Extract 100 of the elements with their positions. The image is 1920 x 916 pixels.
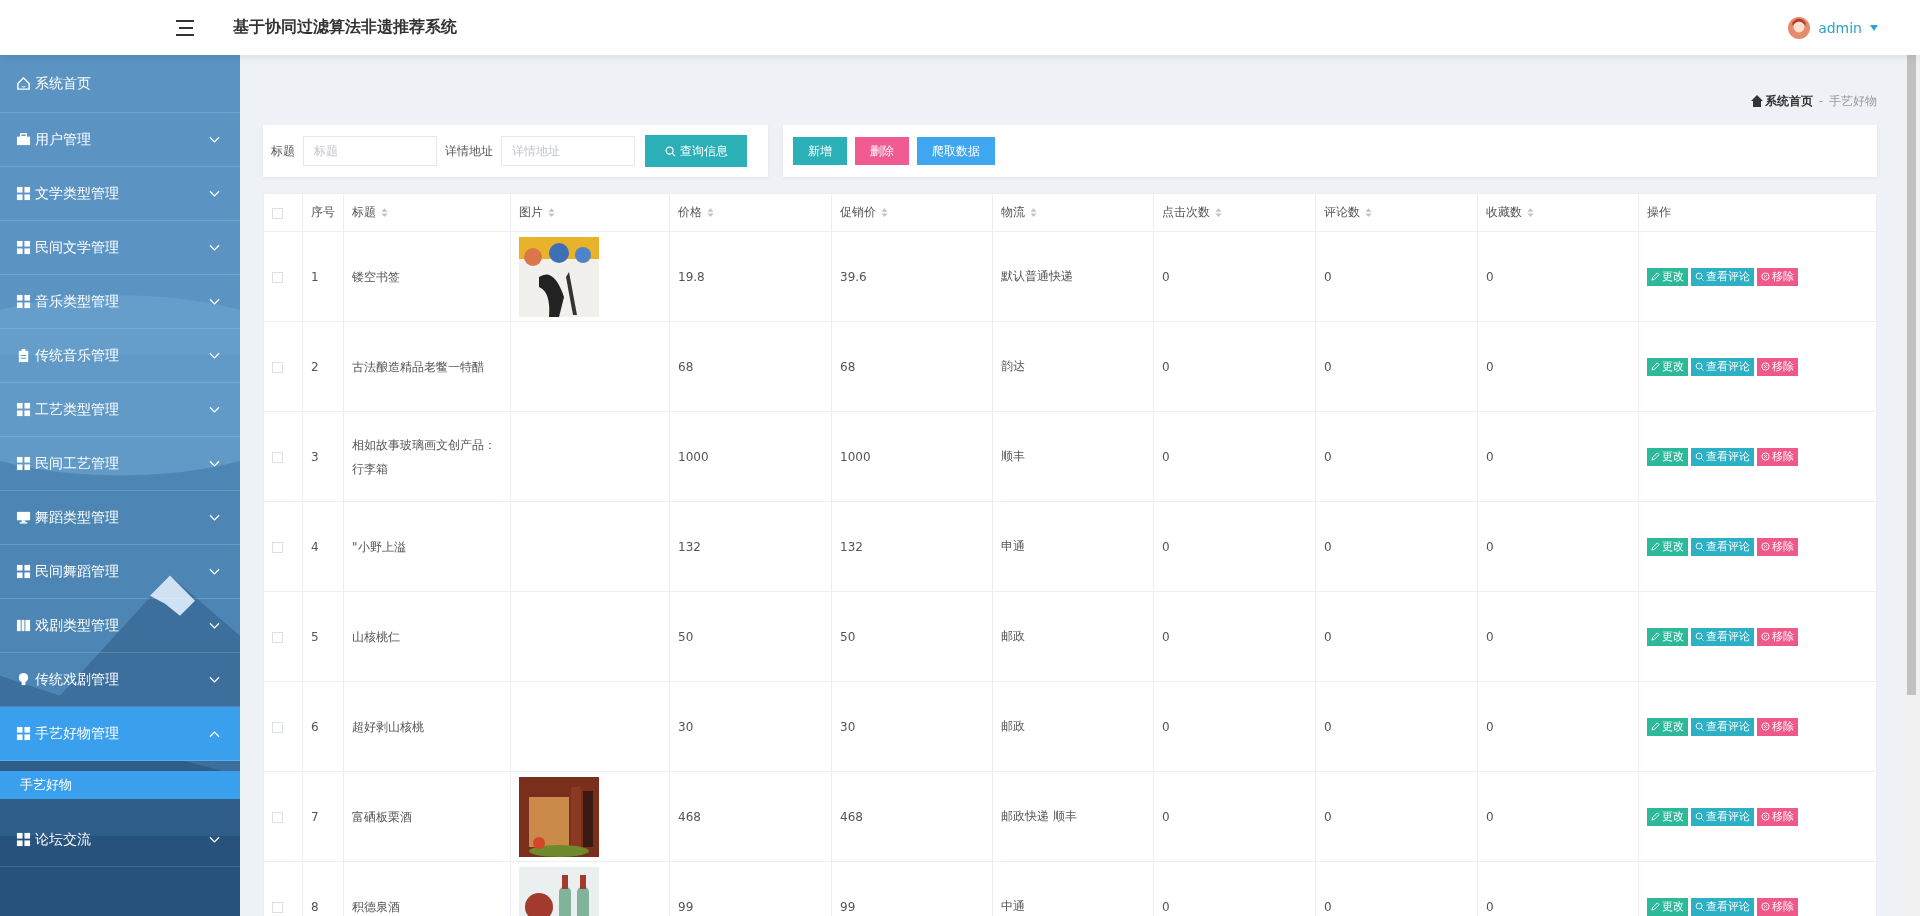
remove-button[interactable]: 移除 bbox=[1757, 627, 1798, 646]
sidebar-item[interactable]: 用户管理 bbox=[0, 113, 240, 167]
remove-button[interactable]: 移除 bbox=[1757, 897, 1798, 916]
checkbox[interactable] bbox=[272, 271, 283, 283]
remove-button[interactable]: 移除 bbox=[1757, 267, 1798, 286]
grid-icon bbox=[16, 832, 31, 847]
close-circle-icon bbox=[1761, 722, 1770, 731]
close-circle-icon bbox=[1761, 272, 1770, 281]
sidebar-item[interactable]: 民间工艺管理 bbox=[0, 437, 240, 491]
table-cell: 6 bbox=[311, 719, 319, 734]
lightbulb-icon bbox=[16, 672, 31, 687]
sidebar-subitem[interactable]: 手艺好物 bbox=[0, 771, 240, 799]
table-cell: 韵达 bbox=[1001, 359, 1025, 373]
checkbox[interactable] bbox=[272, 207, 283, 219]
user-menu[interactable]: admin bbox=[1818, 19, 1862, 36]
remove-button[interactable]: 移除 bbox=[1757, 537, 1798, 556]
table-cell: 0 bbox=[1162, 449, 1170, 464]
sidebar-item[interactable]: 民间舞蹈管理 bbox=[0, 545, 240, 599]
sidebar-item[interactable]: 音乐类型管理 bbox=[0, 275, 240, 329]
avatar-icon[interactable] bbox=[1788, 16, 1811, 39]
view-comments-button[interactable]: 查看评论 bbox=[1691, 267, 1754, 286]
view-comments-button[interactable]: 查看评论 bbox=[1691, 717, 1754, 736]
sidebar-item[interactable]: 手艺好物管理 bbox=[0, 707, 240, 761]
table-cell: 0 bbox=[1162, 539, 1170, 554]
add-button[interactable]: 新增 bbox=[793, 137, 847, 165]
sort-icon[interactable] bbox=[548, 208, 555, 217]
sidebar-item[interactable]: 系统首页 bbox=[0, 55, 240, 113]
sort-icon[interactable] bbox=[1030, 208, 1037, 217]
view-comments-button[interactable]: 查看评论 bbox=[1691, 357, 1754, 376]
edit-button[interactable]: 更改 bbox=[1647, 447, 1688, 466]
remove-button[interactable]: 移除 bbox=[1757, 807, 1798, 826]
table-cell: 50 bbox=[840, 629, 856, 644]
menu-icon[interactable] bbox=[175, 19, 195, 36]
edit-button[interactable]: 更改 bbox=[1647, 717, 1688, 736]
column-header: 点击次数 bbox=[1162, 204, 1210, 221]
clipboard-icon bbox=[16, 348, 31, 363]
table-cell: 0 bbox=[1324, 809, 1332, 824]
table-cell: 0 bbox=[1324, 539, 1332, 554]
view-comments-button[interactable]: 查看评论 bbox=[1691, 447, 1754, 466]
sidebar-item[interactable]: 论坛交流 bbox=[0, 813, 240, 867]
checkbox[interactable] bbox=[272, 361, 283, 373]
checkbox[interactable] bbox=[272, 721, 283, 733]
view-comments-button[interactable]: 查看评论 bbox=[1691, 807, 1754, 826]
checkbox[interactable] bbox=[272, 631, 283, 643]
grid-icon bbox=[16, 186, 31, 201]
table-cell: 0 bbox=[1324, 359, 1332, 374]
table-cell: 0 bbox=[1486, 809, 1494, 824]
chevron-down-icon bbox=[209, 189, 220, 198]
breadcrumb-item: 手艺好物 bbox=[1829, 92, 1877, 110]
table-cell: 0 bbox=[1162, 809, 1170, 824]
sidebar-item[interactable]: 舞蹈类型管理 bbox=[0, 491, 240, 545]
pencil-icon bbox=[1651, 452, 1660, 461]
view-comments-button[interactable]: 查看评论 bbox=[1691, 537, 1754, 556]
view-comments-button[interactable]: 查看评论 bbox=[1691, 627, 1754, 646]
remove-button[interactable]: 移除 bbox=[1757, 357, 1798, 376]
crawl-button[interactable]: 爬取数据 bbox=[917, 137, 995, 165]
edit-button[interactable]: 更改 bbox=[1647, 267, 1688, 286]
checkbox[interactable] bbox=[272, 811, 283, 823]
table-cell: 8 bbox=[311, 899, 319, 914]
edit-button[interactable]: 更改 bbox=[1647, 537, 1688, 556]
delete-button[interactable]: 删除 bbox=[855, 137, 909, 165]
sidebar-item[interactable]: 文学类型管理 bbox=[0, 167, 240, 221]
table-cell-text: 古法酿造精品老鳖一特醋 bbox=[352, 358, 484, 376]
grid-icon bbox=[16, 294, 31, 309]
input-field[interactable]: 详情地址 bbox=[501, 136, 635, 166]
sidebar-item[interactable]: 传统音乐管理 bbox=[0, 329, 240, 383]
chevron-down-icon bbox=[209, 675, 220, 684]
sort-icon[interactable] bbox=[1365, 208, 1372, 217]
sidebar-item[interactable]: 工艺类型管理 bbox=[0, 383, 240, 437]
view-comments-button[interactable]: 查看评论 bbox=[1691, 897, 1754, 916]
table-cell: 0 bbox=[1486, 269, 1494, 284]
table-cell: 0 bbox=[1162, 359, 1170, 374]
chevron-down-icon bbox=[209, 835, 220, 844]
search-button[interactable]: 查询信息 bbox=[645, 135, 747, 167]
sort-icon[interactable] bbox=[881, 208, 888, 217]
caret-icon[interactable] bbox=[1870, 24, 1878, 31]
sidebar-item[interactable]: 民间文学管理 bbox=[0, 221, 240, 275]
edit-button[interactable]: 更改 bbox=[1647, 897, 1688, 916]
column-header: 图片 bbox=[519, 204, 543, 221]
sort-icon[interactable] bbox=[707, 208, 714, 217]
sort-icon[interactable] bbox=[381, 208, 388, 217]
column-header: 收藏数 bbox=[1486, 204, 1522, 221]
edit-button[interactable]: 更改 bbox=[1647, 627, 1688, 646]
remove-button[interactable]: 移除 bbox=[1757, 447, 1798, 466]
sort-icon[interactable] bbox=[1527, 208, 1534, 217]
checkbox[interactable] bbox=[272, 541, 283, 553]
table-cell: 0 bbox=[1324, 269, 1332, 284]
scrollbar[interactable] bbox=[1903, 55, 1920, 916]
search-icon bbox=[1695, 902, 1704, 911]
remove-button[interactable]: 移除 bbox=[1757, 717, 1798, 736]
table-cell: 1 bbox=[311, 269, 319, 284]
table-cell: 132 bbox=[678, 539, 701, 554]
sidebar-item[interactable]: 戏剧类型管理 bbox=[0, 599, 240, 653]
input-field[interactable]: 标题 bbox=[303, 136, 437, 166]
checkbox[interactable] bbox=[272, 901, 283, 913]
edit-button[interactable]: 更改 bbox=[1647, 807, 1688, 826]
edit-button[interactable]: 更改 bbox=[1647, 357, 1688, 376]
breadcrumb-item[interactable]: 系统首页 bbox=[1764, 92, 1813, 110]
sort-icon[interactable] bbox=[1215, 208, 1222, 217]
checkbox[interactable] bbox=[272, 451, 283, 463]
